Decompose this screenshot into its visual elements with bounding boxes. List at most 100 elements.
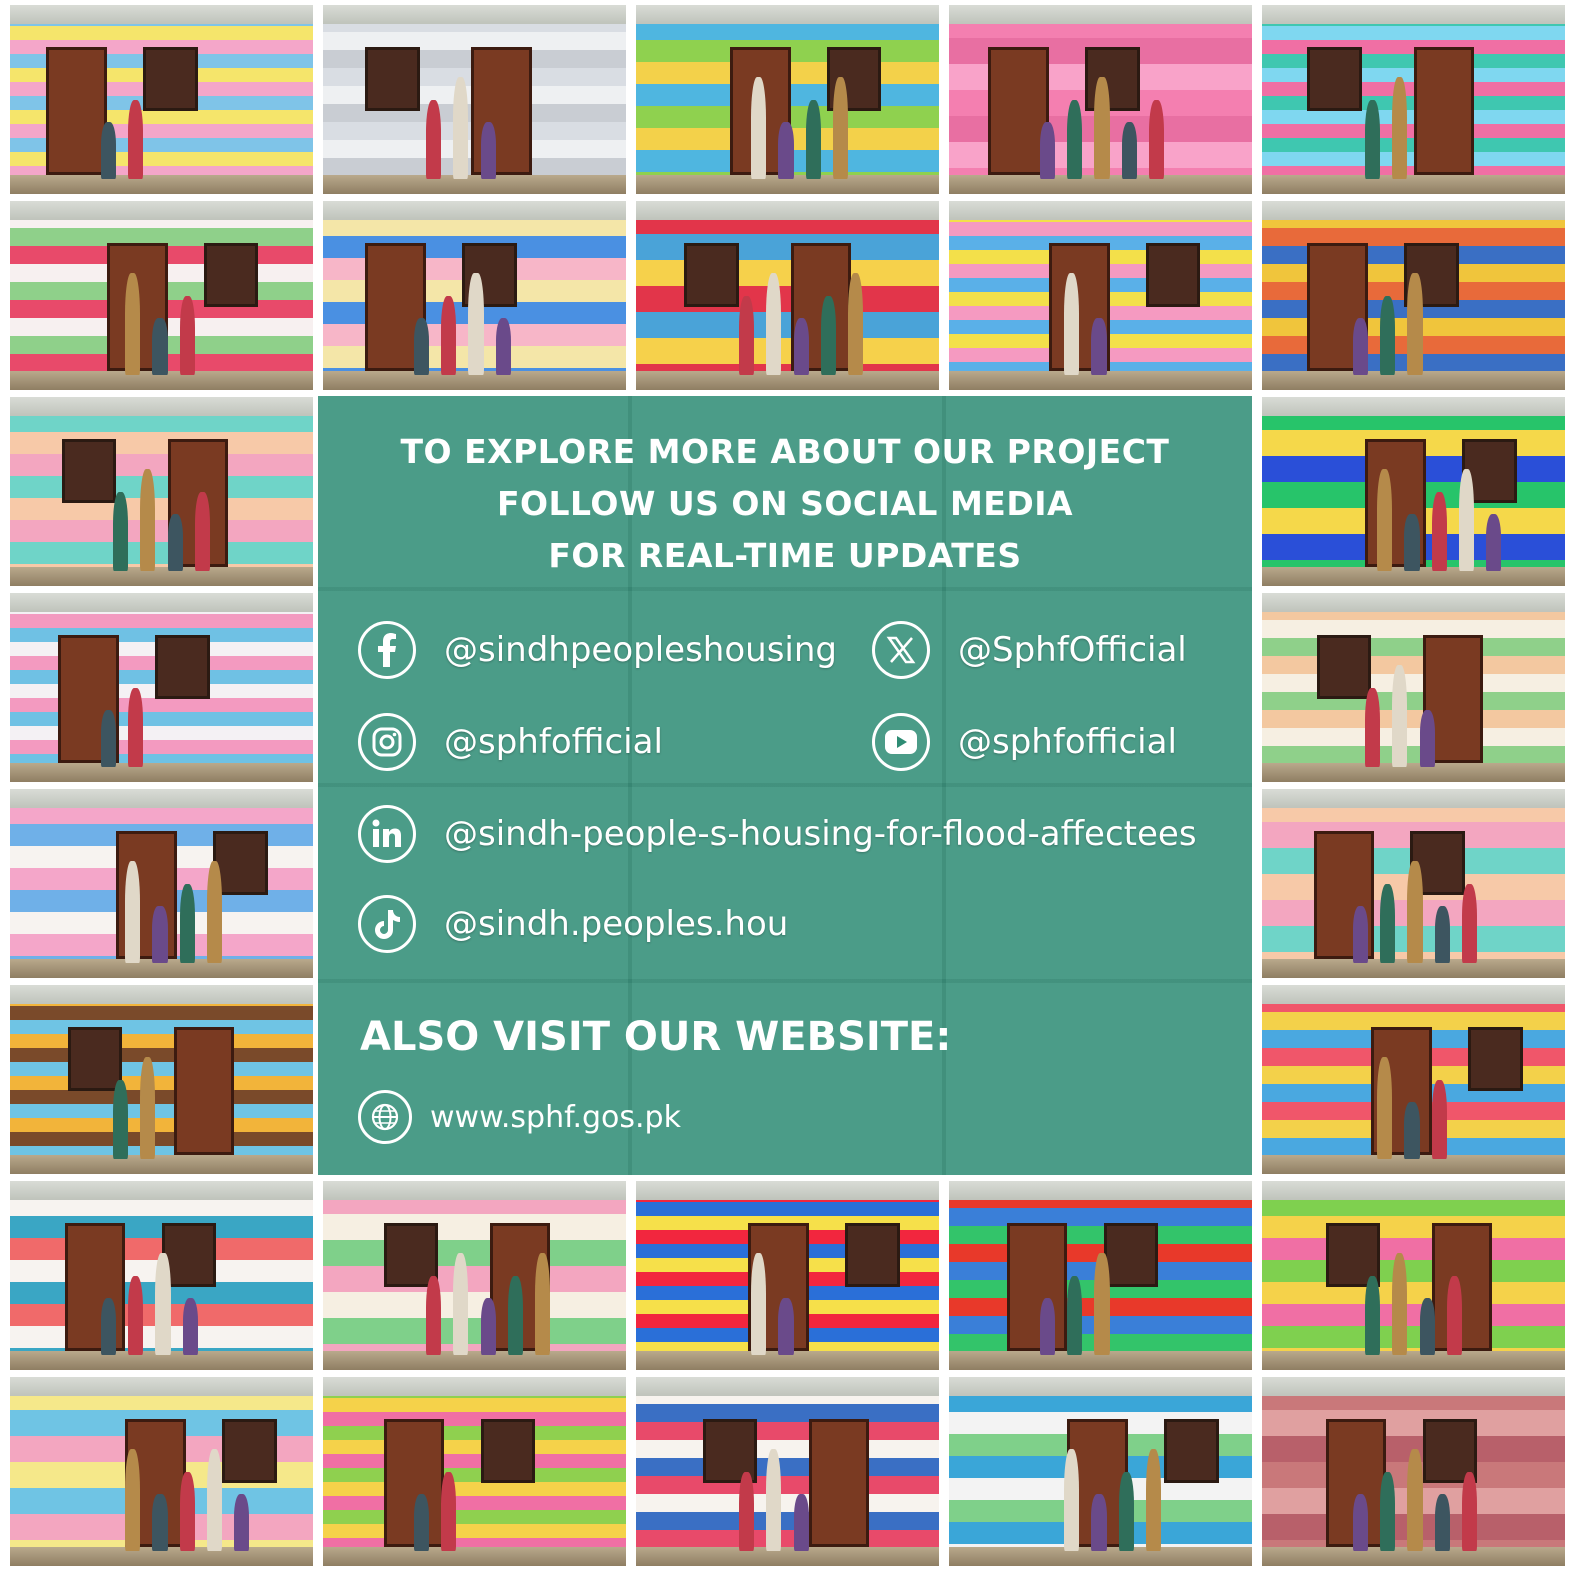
sky — [10, 1377, 313, 1396]
person-figure — [1434, 1494, 1450, 1551]
person-figure — [1407, 1448, 1423, 1551]
person-figure — [179, 295, 195, 375]
house-photo — [10, 789, 313, 978]
ground — [10, 1155, 313, 1174]
person-figure — [1067, 1275, 1083, 1355]
house-door — [1413, 46, 1475, 176]
youtube-icon — [872, 713, 930, 771]
house-photo — [1262, 1181, 1565, 1370]
person-figure — [441, 295, 457, 375]
house-photo — [10, 1181, 313, 1370]
sky — [1262, 985, 1565, 1004]
person-figure — [1377, 468, 1393, 571]
house-photo — [10, 201, 313, 390]
person-figure — [1446, 1275, 1462, 1355]
house-window — [684, 242, 739, 307]
person-figure — [1091, 318, 1107, 375]
person-figure — [1419, 710, 1435, 767]
person-figure — [453, 1252, 469, 1355]
sky — [10, 789, 313, 808]
house-door — [808, 1418, 870, 1548]
person-figure — [100, 710, 117, 767]
ground — [10, 763, 313, 782]
ground — [323, 175, 626, 194]
house-photo — [10, 593, 313, 782]
x-icon — [872, 621, 930, 679]
house-photo — [949, 1377, 1252, 1566]
person-figure — [413, 1494, 430, 1551]
globe-icon — [358, 1090, 412, 1144]
house-window — [1145, 242, 1201, 307]
person-figure — [1365, 687, 1381, 767]
person-figure — [751, 1252, 767, 1355]
house-door — [46, 46, 107, 176]
house-photo — [10, 5, 313, 194]
info-panel: TO EXPLORE MORE ABOUT OUR PROJECT FOLLOW… — [318, 396, 1252, 1175]
person-figure — [1091, 1494, 1107, 1551]
house-window — [61, 438, 117, 503]
x-handle: @SphfOfficial — [958, 630, 1187, 670]
sky — [10, 5, 313, 24]
house-photo — [949, 201, 1252, 390]
person-figure — [152, 318, 168, 375]
person-figure — [128, 1275, 144, 1355]
house-photo — [1262, 593, 1565, 782]
house-door — [173, 1026, 235, 1156]
person-figure — [1419, 1298, 1435, 1355]
person-figure — [441, 1471, 457, 1551]
person-figure — [793, 1494, 809, 1551]
facebook-icon — [358, 621, 416, 679]
sky — [1262, 1181, 1565, 1200]
person-figure — [1094, 76, 1110, 179]
person-figure — [793, 318, 809, 375]
person-figure — [480, 1298, 496, 1355]
sky — [1262, 789, 1565, 808]
linkedin-link[interactable]: @sindh-people-s-housing-for-flood-affect… — [358, 802, 1197, 866]
website-title: ALSO VISIT OUR WEBSITE: — [360, 1014, 952, 1060]
person-figure — [155, 1252, 171, 1355]
person-figure — [1365, 1275, 1381, 1355]
house-photo — [1262, 789, 1565, 978]
house-window — [480, 1418, 536, 1483]
person-figure — [820, 295, 836, 375]
website-link[interactable]: www.sphf.gos.pk — [358, 1090, 681, 1144]
person-figure — [1407, 272, 1423, 375]
house-photo — [1262, 201, 1565, 390]
tiktok-link[interactable]: @sindh.peoples.hou — [358, 892, 788, 956]
person-figure — [1352, 1494, 1369, 1551]
person-figure — [1064, 272, 1080, 375]
instagram-link[interactable]: @sphfofficial — [358, 710, 663, 774]
person-figure — [739, 295, 755, 375]
ground — [323, 1547, 626, 1566]
person-figure — [1377, 1056, 1393, 1159]
person-figure — [1458, 468, 1475, 571]
person-figure — [100, 1298, 117, 1355]
house-photo — [10, 397, 313, 586]
person-figure — [832, 76, 849, 179]
person-figure — [1352, 906, 1369, 963]
heading-line-3: FOR REAL-TIME UPDATES — [548, 536, 1022, 575]
sky — [949, 5, 1252, 24]
tiktok-handle: @sindh.peoples.hou — [444, 904, 789, 944]
person-figure — [1039, 122, 1056, 179]
x-link[interactable]: @SphfOfficial — [872, 618, 1187, 682]
instagram-icon — [358, 713, 416, 771]
sky — [949, 201, 1252, 220]
sky — [636, 5, 939, 24]
person-figure — [1404, 1102, 1420, 1159]
person-figure — [1392, 1252, 1408, 1355]
youtube-link[interactable]: @sphfofficial — [872, 710, 1177, 774]
ground — [636, 1547, 939, 1566]
sky — [10, 1181, 313, 1200]
person-figure — [778, 122, 794, 179]
person-figure — [766, 272, 782, 375]
house-window — [1316, 634, 1372, 699]
person-figure — [234, 1494, 250, 1551]
facebook-link[interactable]: @sindhpeopleshousing — [358, 618, 837, 682]
person-figure — [206, 860, 223, 963]
sky — [949, 1181, 1252, 1200]
youtube-handle: @sphfofficial — [958, 722, 1177, 762]
house-photo — [323, 201, 626, 390]
tiktok-icon — [358, 895, 416, 953]
person-figure — [1431, 491, 1447, 571]
